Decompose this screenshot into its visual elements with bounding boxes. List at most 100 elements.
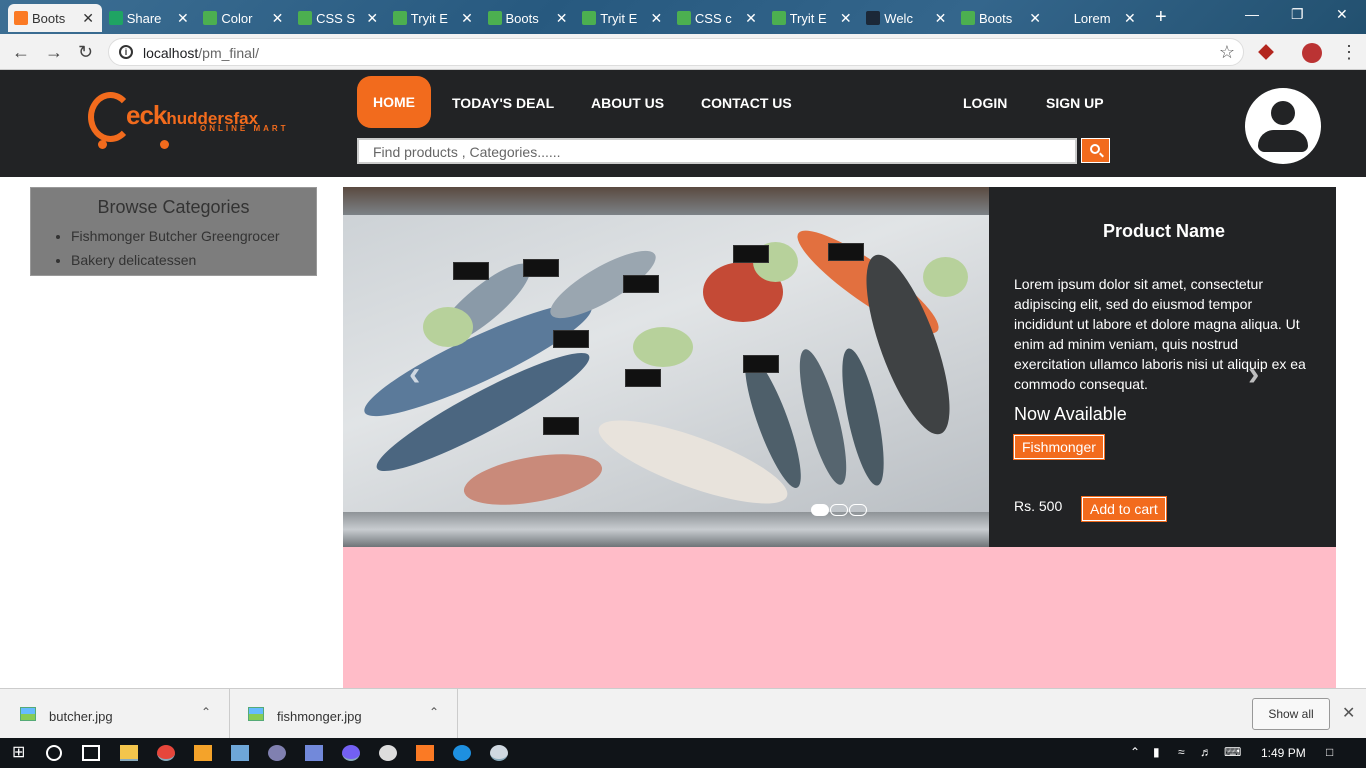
product-name: Product Name — [1102, 221, 1226, 241]
nav-login[interactable]: LOGIN — [963, 95, 1007, 111]
browser-tab[interactable]: Color ✕ — [197, 4, 291, 32]
carousel-prev-icon[interactable]: ‹ — [409, 355, 420, 394]
close-tab-icon[interactable]: ✕ — [461, 10, 473, 27]
edge-icon[interactable] — [453, 745, 471, 761]
profile-icon[interactable] — [1302, 43, 1322, 63]
nav-sign-up[interactable]: SIGN UP — [1046, 95, 1104, 111]
back-icon[interactable]: ← — [12, 42, 30, 63]
tray-chevron-icon[interactable]: ⌃ — [1130, 745, 1140, 759]
category-item[interactable]: Bakery delicatessen — [71, 252, 316, 268]
restore-icon[interactable]: ❐ — [1291, 6, 1304, 23]
carousel-next-icon[interactable]: › — [1248, 355, 1259, 394]
download-item[interactable]: fishmonger.jpg ⌃ — [228, 689, 458, 739]
chevron-up-icon[interactable]: ⌃ — [429, 705, 439, 719]
forward-icon[interactable]: → — [45, 42, 63, 63]
close-tab-icon[interactable]: ✕ — [1124, 10, 1136, 27]
browser-tab[interactable]: Share ✕ — [103, 4, 197, 32]
browser-tab[interactable]: Lorem ✕ — [1050, 4, 1144, 32]
browser-tab[interactable]: Boots ✕ — [8, 4, 102, 32]
close-tab-icon[interactable]: ✕ — [745, 10, 757, 27]
new-tab-button[interactable]: + — [1155, 6, 1167, 29]
carousel-indicator[interactable] — [830, 504, 848, 516]
steam-icon[interactable] — [490, 745, 508, 761]
close-tab-icon[interactable]: ✕ — [556, 10, 568, 27]
product-carousel: ‹ Product Name Lorem ipsum dolor sit ame… — [343, 187, 1336, 547]
file-explorer-icon[interactable] — [120, 745, 138, 761]
browser-tab[interactable]: Tryit E ✕ — [766, 4, 860, 32]
nav-about-us[interactable]: ABOUT US — [591, 95, 664, 111]
reload-icon[interactable]: ↻ — [78, 42, 93, 63]
carousel-indicator[interactable] — [811, 504, 829, 516]
browser-tab[interactable]: Boots ✕ — [482, 4, 576, 32]
close-tab-icon[interactable]: ✕ — [840, 10, 852, 27]
browser-tab[interactable]: Welc ✕ — [860, 4, 954, 32]
notification-icon[interactable]: □ — [1326, 745, 1333, 759]
battery-icon[interactable]: ▮ — [1153, 745, 1160, 759]
nav-contact-us[interactable]: CONTACT US — [701, 95, 792, 111]
w3-icon — [487, 11, 502, 25]
product-description: Lorem ipsum dolor sit amet, consectetur … — [1014, 276, 1306, 392]
keyboard-icon[interactable]: ⌨ — [1224, 745, 1241, 759]
w3-icon — [961, 11, 975, 25]
browser-tab[interactable]: CSS c ✕ — [671, 4, 765, 32]
task-view-icon[interactable] — [82, 745, 100, 761]
close-tab-icon[interactable]: ✕ — [935, 10, 947, 27]
browser-tab[interactable]: Tryit E ✕ — [387, 4, 481, 32]
cart-wheel-icon — [160, 140, 169, 149]
cortana-icon[interactable] — [46, 745, 62, 761]
app-icon[interactable] — [268, 745, 286, 761]
bookmark-star-icon[interactable]: ☆ — [1219, 42, 1235, 63]
category-item[interactable]: Fishmonger Butcher Greengrocer — [71, 228, 316, 244]
w3-icon — [298, 11, 313, 25]
close-tab-icon[interactable]: ✕ — [366, 10, 378, 27]
search-button[interactable] — [1081, 138, 1110, 163]
site-header: eckhuddersfax ONLINE MART HOME TODAY'S D… — [0, 70, 1366, 177]
info-icon[interactable]: i — [119, 45, 133, 59]
close-tab-icon[interactable]: ✕ — [177, 10, 189, 27]
browser-tab[interactable]: Boots ✕ — [955, 4, 1049, 32]
browser-tab[interactable]: Tryit E ✕ — [576, 4, 670, 32]
carousel-indicators[interactable] — [811, 503, 868, 521]
close-tab-icon[interactable]: ✕ — [1029, 10, 1041, 27]
windows-start-icon[interactable]: ⊞ — [12, 742, 30, 761]
close-shelf-icon[interactable]: ✕ — [1342, 703, 1355, 723]
xampp-icon[interactable] — [416, 745, 434, 761]
search-input[interactable]: Find products , Categories...... — [357, 138, 1077, 164]
volume-icon[interactable]: ♬ — [1200, 745, 1212, 759]
close-tab-icon[interactable]: ✕ — [650, 10, 662, 27]
download-item[interactable]: butcher.jpg ⌃ — [0, 689, 230, 739]
close-window-icon[interactable]: ✕ — [1336, 6, 1348, 23]
app-icon[interactable] — [231, 745, 249, 761]
blank-icon — [1056, 11, 1070, 25]
chrome-icon[interactable] — [157, 745, 175, 761]
browser-menu-icon[interactable]: ⋮ — [1340, 42, 1358, 63]
discord-icon[interactable] — [305, 745, 323, 761]
show-all-button[interactable]: Show all — [1252, 698, 1330, 730]
nav-home[interactable]: HOME — [357, 76, 431, 128]
clock[interactable]: 1:49 PM — [1261, 746, 1306, 760]
wifi-icon[interactable]: ≈ — [1178, 745, 1185, 759]
w3-icon — [676, 11, 691, 25]
browser-tab[interactable]: CSS S ✕ — [292, 4, 386, 32]
sublime-icon[interactable] — [194, 745, 212, 761]
drive-icon — [108, 11, 123, 25]
category-tag-button[interactable]: Fishmonger — [1013, 434, 1105, 460]
site-logo[interactable]: eckhuddersfax ONLINE MART — [88, 92, 298, 152]
add-to-cart-button[interactable]: Add to cart — [1081, 496, 1167, 522]
product-caption: Product Name Lorem ipsum dolor sit amet,… — [1013, 187, 1314, 460]
carousel-indicator[interactable] — [849, 504, 867, 516]
chevron-up-icon[interactable]: ⌃ — [201, 705, 211, 719]
tab-title: CSS c — [694, 10, 732, 26]
fish-counter-image: ‹ — [343, 187, 989, 547]
minimize-icon[interactable]: — — [1245, 6, 1259, 22]
close-tab-icon[interactable]: ✕ — [272, 10, 284, 27]
steam-icon[interactable] — [379, 745, 397, 761]
close-tab-icon[interactable]: ✕ — [82, 10, 94, 27]
nav-todays-deal[interactable]: TODAY'S DEAL — [452, 95, 554, 111]
w3-icon — [203, 11, 218, 25]
viber-icon[interactable] — [342, 745, 360, 761]
user-avatar-icon[interactable] — [1245, 88, 1321, 164]
tab-title: Tryit E — [789, 10, 827, 26]
pink-content-area — [343, 547, 1336, 688]
url-field[interactable]: i localhost/pm_final/ ☆ — [108, 38, 1244, 66]
